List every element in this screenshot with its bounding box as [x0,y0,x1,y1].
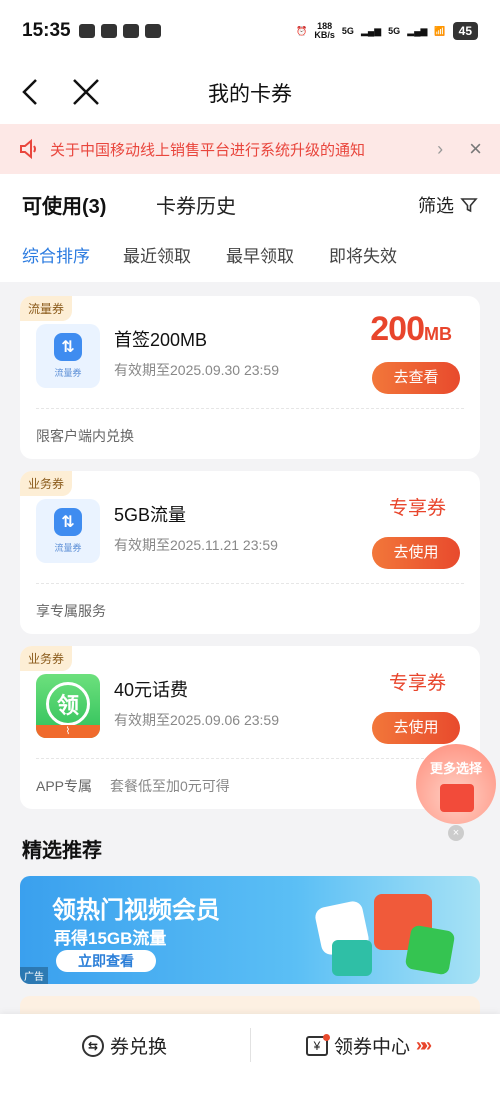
coupon-note: 享专属服务 [36,603,106,619]
notice-banner[interactable]: 关于中国移动线上销售平台进行系统升级的通知 › × [0,124,500,174]
wifi-icon: 📶 [434,25,446,36]
network-speed: 188 KB/s [314,22,335,40]
claim-coupon-icon: 领 ⌇ [36,674,100,738]
tencent-video-icon [332,940,372,976]
chevron-right-icon[interactable]: › [437,139,443,160]
weibo-icon [122,24,139,38]
coupon-note: APP专属 [36,778,93,794]
coupon-name: 首签200MB [114,330,208,350]
transfer-arrows-icon: ⇅ [54,508,82,536]
coupon-value: 专享券 [388,498,446,519]
value-unit: MB [424,324,452,344]
notification-dot [323,1033,330,1041]
battery-level: 45 [452,22,478,40]
app-notification-icon [78,24,95,38]
coupon-note: 限客户端内兑换 [36,428,134,444]
nav-bar: 我的卡券 [0,62,500,124]
sort-expiring[interactable]: 即将失效 [329,242,397,267]
coupon-expiry: 有效期至2025.11.21 23:59 [114,537,278,553]
speaker-icon [20,138,36,160]
divider [36,408,464,409]
data-coupon-icon: ⇅ 流量券 [36,499,100,563]
icon-label: 流量券 [54,368,82,378]
signal-bars-icon: ▂▄▆ [360,25,382,36]
promo-banner[interactable]: 领热门视频会员 再得15GB流量 立即查看 广告 [20,876,480,984]
speed-unit: KB/s [314,30,335,40]
sort-comprehensive[interactable]: 综合排序 [22,242,90,267]
coupon-tag: 业务券 [20,471,73,496]
sort-options: 综合排序 最近领取 最早领取 即将失效 [0,230,500,282]
next-card-peek [20,996,480,1016]
page-title: 我的卡券 [208,83,292,106]
data-coupon-icon: ⇅ 流量券 [36,324,100,388]
alarm-icon: ⏰ [296,25,308,36]
filter-label: 筛选 [418,196,454,216]
filter-button[interactable]: 筛选 [418,192,478,218]
signal-bars-icon-2: ▂▄▆ [407,25,428,36]
bottom-bar: ⇆ 券兑换 ¥ 领券中心 »» [0,1014,500,1111]
notice-close-icon[interactable]: × [469,136,482,162]
coupon-card: 业务券 领 ⌇ 40元话费 有效期至2025.09.06 23:59 专享券 去… [20,646,480,809]
coupon-tabs: 可使用(3) 卡券历史 筛选 [0,174,500,230]
coupon-note-secondary: 套餐低至加0元可得 [110,778,230,794]
gift-icon [440,784,474,812]
icon-label: 流量券 [54,543,82,553]
ticket-icon: ¥ [306,1033,330,1056]
view-button[interactable]: 去查看 [372,362,460,394]
banner-headline: 领热门视频会员 [52,897,220,924]
coupon-expiry: 有效期至2025.09.06 23:59 [114,712,279,728]
bubble-label: 更多选择 [429,761,482,776]
more-choices-bubble[interactable]: 更多选择 [416,744,496,824]
notice-text: 关于中国移动线上销售平台进行系统升级的通知 [50,141,366,159]
status-notification-icons [78,24,161,38]
wechat-icon [100,24,117,38]
coupon-name: 40元话费 [114,680,189,700]
signal-1: 5G [341,26,354,36]
exchange-icon: ⇆ [82,1034,104,1057]
coupon-card: 流量券 ⇅ 流量券 首签200MB 有效期至2025.09.30 23:59 2… [20,296,480,459]
pulse-icon: ⌇ [36,725,100,738]
coupon-center-label: 领券中心 [334,1037,411,1058]
transfer-arrows-icon: ⇅ [54,333,82,361]
coupon-center-button[interactable]: ¥ 领券中心 »» [306,1032,432,1059]
funnel-icon [460,198,478,213]
divider [36,758,464,759]
signal-2: 5G [388,26,401,36]
coupon-tag: 业务券 [20,646,73,671]
status-right: ⏰ 188 KB/s 5G ▂▄▆ 5G ▂▄▆ 📶 45 [296,22,478,40]
sort-earliest[interactable]: 最早领取 [226,242,294,267]
sort-recent[interactable]: 最近领取 [123,242,191,267]
status-time: 15:35 [22,20,71,41]
use-button[interactable]: 去使用 [372,537,460,569]
coupon-expiry: 有效期至2025.09.30 23:59 [114,362,279,378]
banner-subline: 再得15GB流量 [54,929,167,948]
exchange-button[interactable]: ⇆ 券兑换 [82,1032,167,1059]
coupon-tag: 流量券 [20,296,73,321]
double-chevron-icon: »» [416,1035,432,1055]
qq-icon [144,24,161,38]
coupon-value: 专享券 [388,673,446,694]
tab-history[interactable]: 卡券历史 [156,190,236,219]
coupon-value: 200MB [370,310,452,349]
coupon-name: 5GB流量 [114,505,187,525]
tab-available[interactable]: 可使用(3) [22,190,106,219]
ad-tag: 广告 [20,967,48,984]
divider [36,583,464,584]
exchange-label: 券兑换 [110,1037,168,1058]
iqiyi-icon [404,924,456,976]
use-button[interactable]: 去使用 [372,712,460,744]
value-number: 200 [370,310,425,348]
divider [250,1028,251,1062]
section-title: 精选推荐 [22,840,102,862]
claim-glyph: 领 [46,682,90,726]
coupon-card: 业务券 ⇅ 流量券 5GB流量 有效期至2025.11.21 23:59 专享券… [20,471,480,634]
banner-view-button[interactable]: 立即查看 [56,950,156,972]
bubble-close-icon[interactable]: × [448,825,464,841]
status-bar: 15:35 ⏰ 188 KB/s 5G ▂▄▆ 5G ▂▄▆ 📶 45 [0,0,500,62]
